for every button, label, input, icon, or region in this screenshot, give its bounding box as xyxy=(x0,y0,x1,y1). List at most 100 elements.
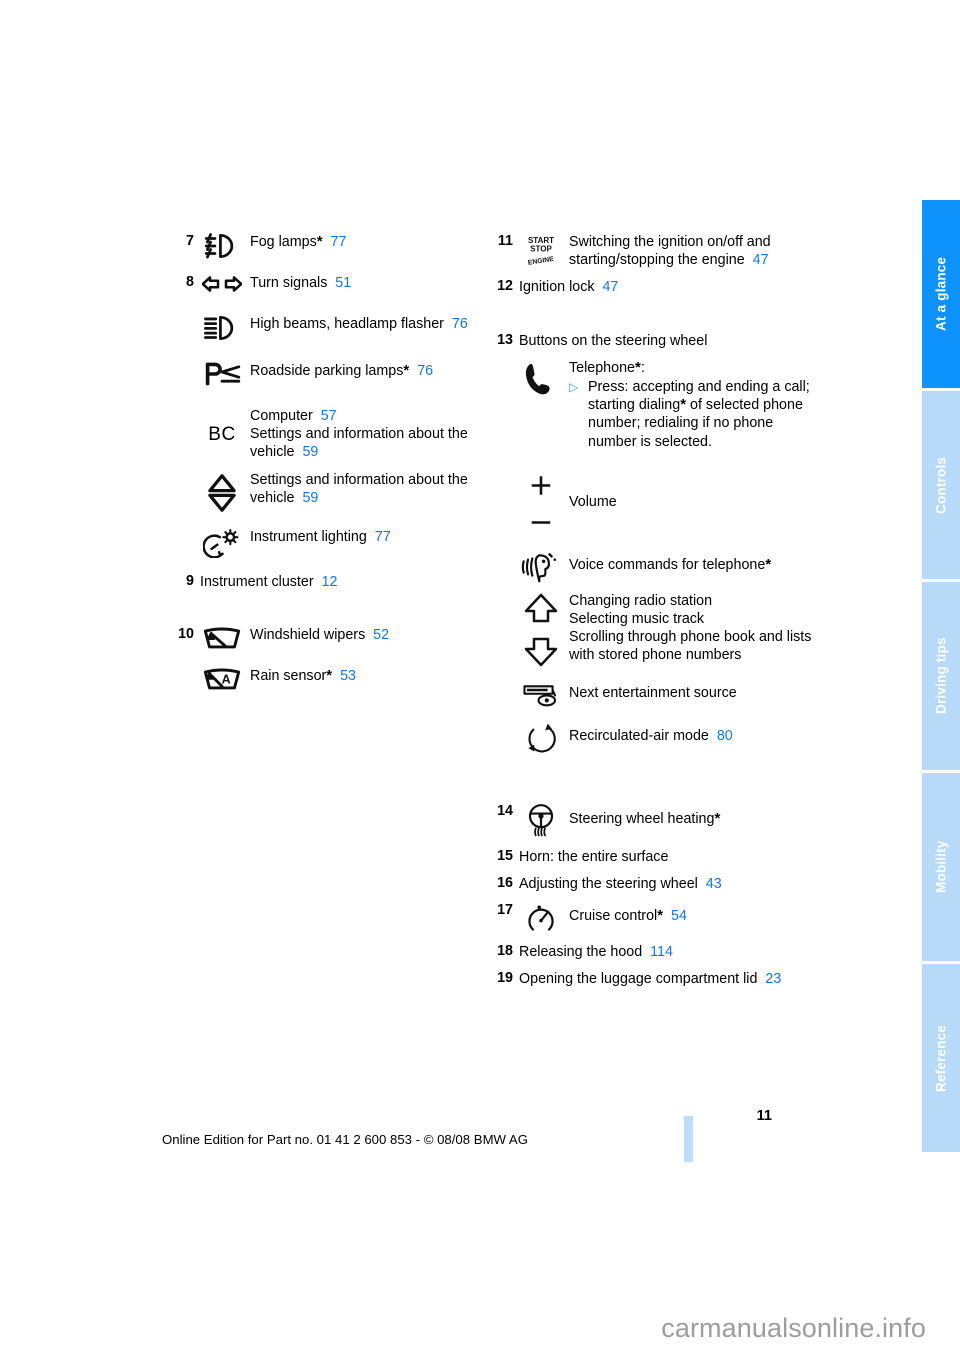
page-ref[interactable]: 59 xyxy=(302,490,318,506)
page-ref[interactable]: 57 xyxy=(321,408,337,424)
item-heading: Buttons on the steering wheel xyxy=(519,332,708,349)
item-number xyxy=(168,314,194,315)
list-item-start-stop-engine: 11 START STOP ENGINE Switching the ignit… xyxy=(487,232,812,269)
page-ref[interactable]: 53 xyxy=(340,668,356,684)
watermark: carmanualsonline.info xyxy=(661,1313,926,1343)
item-number: 12 xyxy=(497,278,513,295)
item-text: Next entertainment source xyxy=(569,682,812,702)
page-ref[interactable]: 47 xyxy=(602,279,618,295)
item-label: Roadside parking lamps xyxy=(250,363,404,379)
arrows-line-1: Changing radio station xyxy=(569,592,713,609)
tab-label: Controls xyxy=(933,456,949,514)
page-ref[interactable]: 47 xyxy=(753,252,769,268)
page-ref[interactable]: 23 xyxy=(765,971,781,987)
list-item-luggage-compartment: 19 Opening the luggage compartment lid 2… xyxy=(487,969,812,988)
item-text: Releasing the hood 114 xyxy=(513,942,812,961)
item-label: Computer xyxy=(250,408,313,424)
page-ref[interactable]: 43 xyxy=(706,876,722,892)
tab-reference[interactable]: Reference xyxy=(922,964,960,1152)
tab-at-a-glance[interactable]: At a glance xyxy=(922,200,960,388)
footer-note: Online Edition for Part no. 01 41 2 600 … xyxy=(162,1132,528,1147)
manual-page: At a glance Controls Driving tips Mobili… xyxy=(0,0,960,1358)
list-item-settings-arrows: Settings and information about the vehic… xyxy=(168,470,488,513)
list-item-adjusting-steering-wheel: 16 Adjusting the steering wheel 43 xyxy=(487,874,812,893)
telephone-detail: ▷ Press: accepting and ending a call; st… xyxy=(569,378,812,451)
high-beams-icon xyxy=(194,314,250,341)
item-label: High beams, headlamp flasher xyxy=(250,316,444,332)
list-item-turn-signals: 8 Turn signals 51 xyxy=(168,273,488,294)
list-item-recirculated-air: Recirculated-air mode 80 xyxy=(487,721,812,754)
list-item-rain-sensor: A Rain sensor* 53 xyxy=(168,666,488,693)
entertainment-source-icon xyxy=(513,682,569,707)
colon: : xyxy=(640,359,645,376)
list-item-fog-lamps: 7 Fog lamps* 77 xyxy=(168,232,488,259)
item-label: Adjusting the steering wheel xyxy=(519,876,698,893)
list-item-voice-commands: Voice commands for telephone* xyxy=(487,550,812,583)
item-number: 9 xyxy=(186,572,194,589)
item-number: 16 xyxy=(497,875,513,892)
list-item-horn: 15 Horn: the entire surface xyxy=(487,847,812,866)
page-ref[interactable]: 51 xyxy=(335,275,351,291)
computer-line: Computer 57 xyxy=(250,407,488,425)
svg-text:A: A xyxy=(222,673,231,687)
list-item-steering-wheel-heating: 14 Steering wheel heating* xyxy=(487,802,812,839)
tab-controls[interactable]: Controls xyxy=(922,391,960,579)
item-label: Steering wheel heating xyxy=(569,810,715,827)
svg-text:START: START xyxy=(528,236,554,245)
page-ref[interactable]: 80 xyxy=(717,728,733,744)
tab-label: Driving tips xyxy=(933,637,949,715)
item-label: Settings and information about the vehic… xyxy=(250,471,468,506)
item-label: Volume xyxy=(569,493,617,510)
item-number: 8 xyxy=(186,274,194,290)
page-ref[interactable]: 54 xyxy=(671,908,687,924)
page-ref[interactable]: 59 xyxy=(302,444,318,460)
item-number xyxy=(168,666,194,667)
list-item-windshield-wipers: 10 Windshield wipers 52 xyxy=(168,625,488,652)
page-ref[interactable]: 77 xyxy=(331,234,347,250)
page-ref[interactable]: 12 xyxy=(322,574,338,590)
list-item-steering-wheel-buttons: 13 Buttons on the steering wheel xyxy=(487,331,812,350)
start-stop-engine-icon: START STOP ENGINE xyxy=(513,232,569,267)
list-item-instrument-cluster: 9 Instrument cluster 12 xyxy=(168,572,488,591)
item-label: Switching the ignition on/off and starti… xyxy=(569,234,771,269)
list-item-cruise-control: 17 Cruise control* 54 xyxy=(487,901,812,934)
item-label: Instrument lighting xyxy=(250,528,367,545)
tab-mobility[interactable]: Mobility xyxy=(922,773,960,961)
rain-sensor-icon: A xyxy=(194,666,250,693)
list-item-radio-arrows: Changing radio station Selecting music t… xyxy=(487,591,812,668)
item-text: Opening the luggage compartment lid 23 xyxy=(513,969,812,988)
page-ref[interactable]: 114 xyxy=(650,944,673,960)
item-text: Recirculated-air mode 80 xyxy=(569,721,812,745)
item-number: 18 xyxy=(497,943,513,960)
item-label: Recirculated-air mode xyxy=(569,727,709,744)
arrows-line-3: Scrolling through phone book and lists w… xyxy=(569,629,812,664)
bc-computer-icon: BC xyxy=(194,406,250,446)
item-text: Volume xyxy=(569,471,812,511)
list-item-volume: Volume xyxy=(487,471,812,536)
tab-driving-tips[interactable]: Driving tips xyxy=(922,582,960,770)
list-item-releasing-hood: 18 Releasing the hood 114 xyxy=(487,942,812,961)
page-ref[interactable]: 52 xyxy=(373,627,389,643)
up-down-triangle-icon xyxy=(194,470,250,513)
volume-icons xyxy=(513,471,569,536)
item-number: 7 xyxy=(186,233,194,249)
item-text: Cruise control* 54 xyxy=(569,901,812,925)
list-item-ignition-lock: 12 Ignition lock 47 xyxy=(487,277,812,296)
steering-wheel-heating-icon xyxy=(513,802,569,839)
item-sublabel: Settings and information about the vehic… xyxy=(250,426,468,461)
page-ref[interactable]: 76 xyxy=(452,316,468,332)
telephone-handset-icon xyxy=(513,358,569,396)
footer-accent-bar xyxy=(684,1116,693,1162)
list-item-high-beams: High beams, headlamp flasher 76 xyxy=(168,314,488,341)
page-ref[interactable]: 77 xyxy=(375,529,391,545)
list-item-instrument-lighting: Instrument lighting 77 xyxy=(168,527,488,558)
item-text: High beams, headlamp flasher 76 xyxy=(250,314,488,333)
list-item-telephone: Telephone*: ▷ Press: accepting and endin… xyxy=(487,358,812,451)
page-ref[interactable]: 76 xyxy=(417,363,433,379)
voice-command-icon xyxy=(513,550,569,583)
tab-label: At a glance xyxy=(933,256,949,332)
item-label: Next entertainment source xyxy=(569,684,737,701)
item-label: Voice commands for telephone xyxy=(569,556,766,573)
tab-label: Mobility xyxy=(933,840,949,894)
item-text: Settings and information about the vehic… xyxy=(250,470,488,507)
